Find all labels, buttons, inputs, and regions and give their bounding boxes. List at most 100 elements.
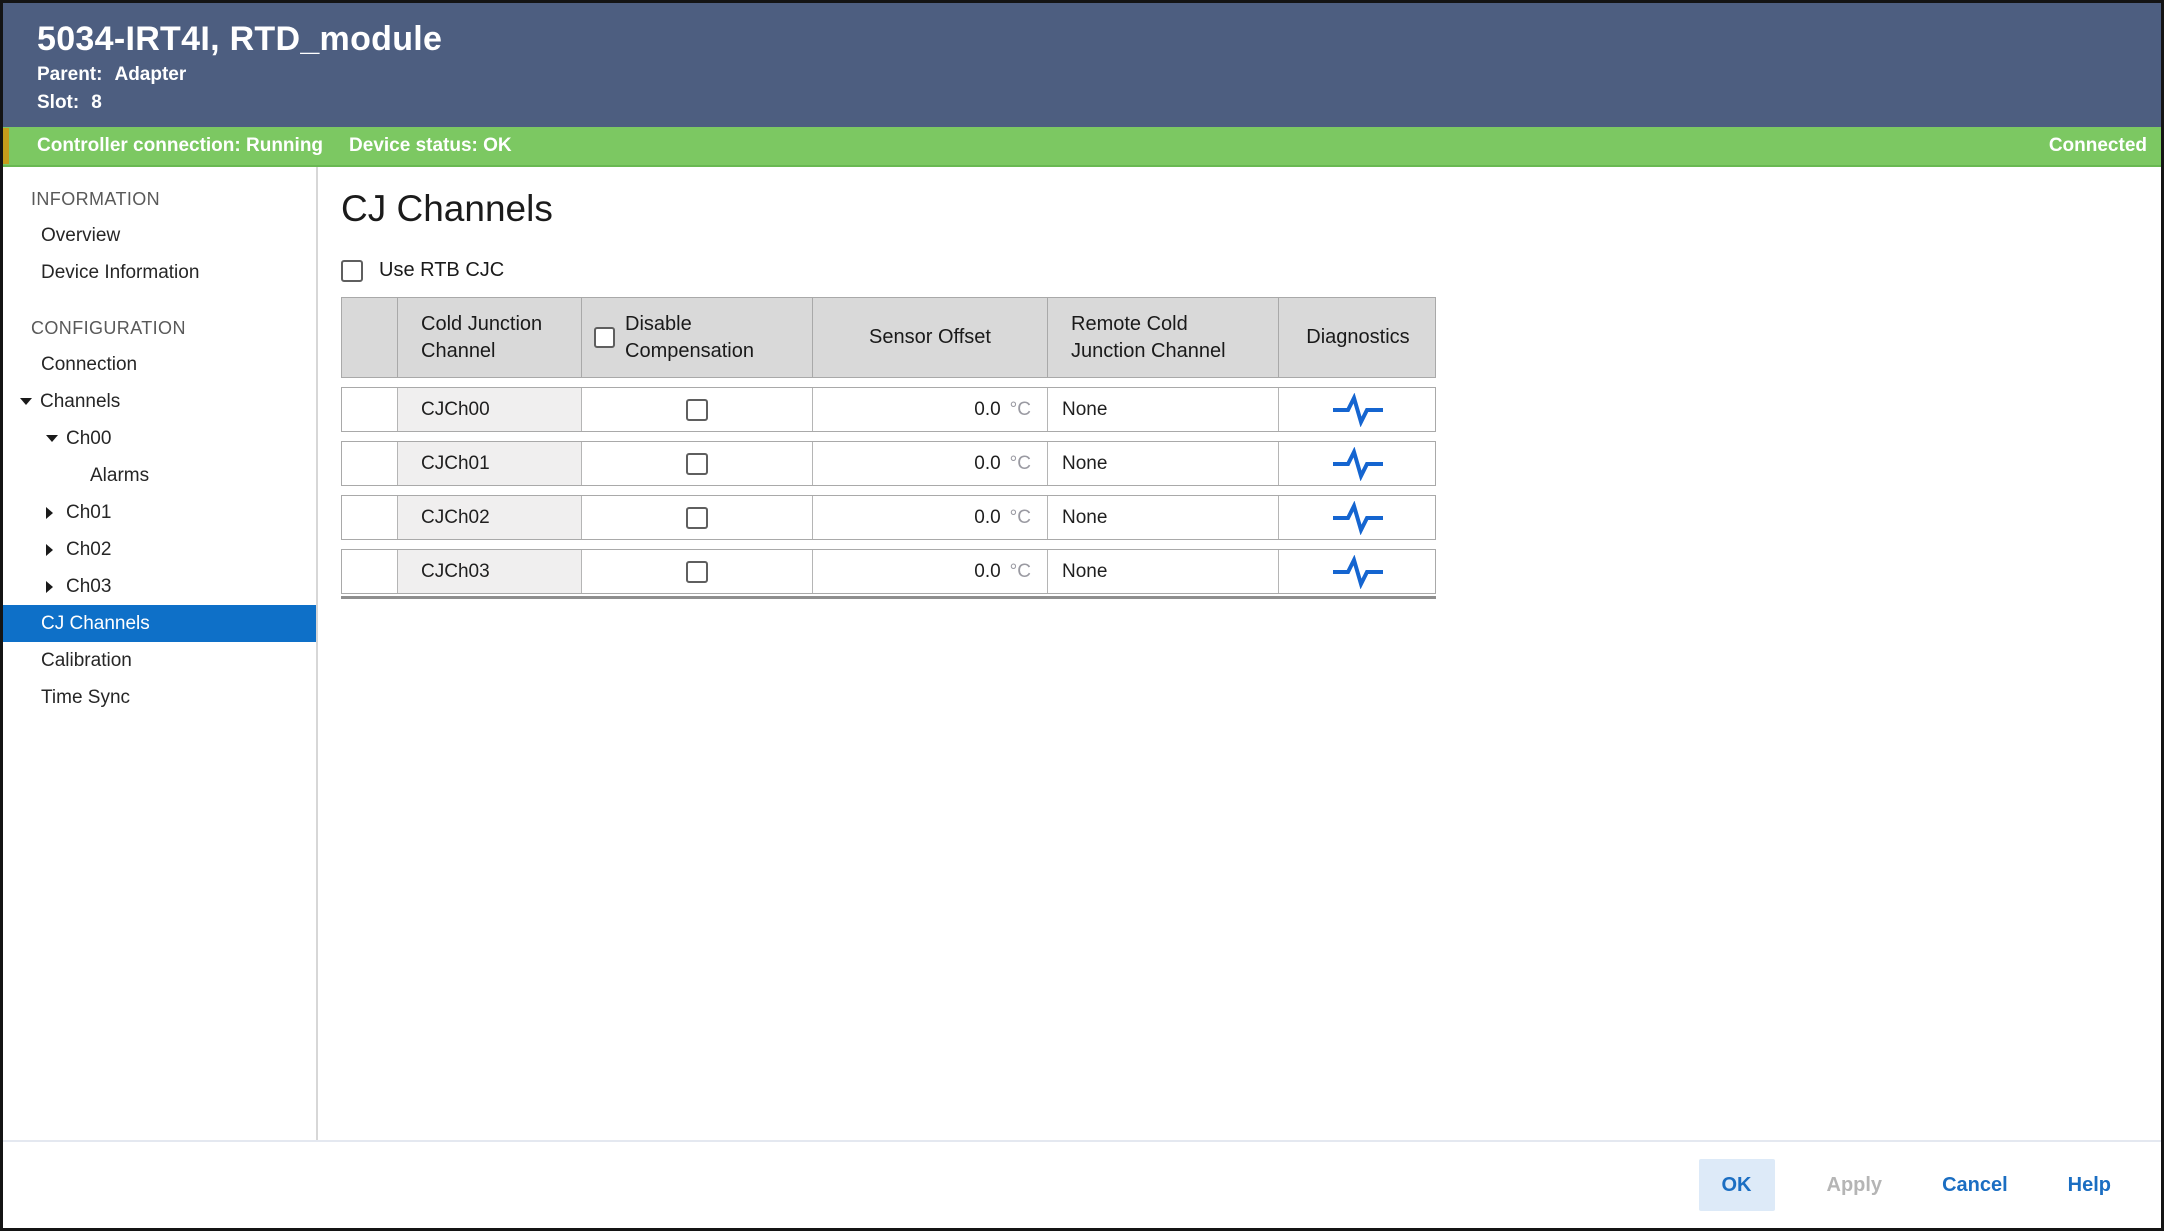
titlebar: 5034-IRT4I, RTD_module Parent: Adapter S… (3, 3, 2161, 127)
disable-compensation-checkbox[interactable] (686, 453, 708, 475)
disable-compensation-checkbox[interactable] (686, 561, 708, 583)
sidebar-item-connection[interactable]: Connection (3, 346, 316, 383)
diagnostics-cell[interactable] (1278, 388, 1437, 431)
sidebar-section-configuration: CONFIGURATION (3, 310, 316, 346)
sensor-offset-cell[interactable]: 0.0 °C (812, 496, 1047, 539)
sensor-offset-unit: °C (1010, 453, 1031, 475)
row-selector-cell[interactable] (342, 388, 397, 431)
parent-value: Adapter (114, 61, 186, 89)
main-content: CJ Channels Use RTB CJC Cold Junction Ch… (318, 167, 2161, 1140)
use-rtb-cjc-label: Use RTB CJC (379, 259, 504, 282)
device-status: Device status: OK (349, 135, 512, 157)
disable-compensation-cell (581, 496, 812, 539)
disable-compensation-checkbox[interactable] (686, 399, 708, 421)
table-row: CJCh00 0.0 °C None (341, 387, 1436, 432)
table-row: CJCh02 0.0 °C None (341, 495, 1436, 540)
chevron-right-icon[interactable] (46, 581, 66, 593)
sensor-offset-cell[interactable]: 0.0 °C (812, 388, 1047, 431)
remote-cj-channel-cell[interactable]: None (1047, 442, 1278, 485)
remote-cj-channel-value: None (1062, 507, 1107, 529)
table-header-row: Cold Junction Channel Disable Compensati… (341, 297, 1436, 378)
channel-name-cell: CJCh00 (397, 388, 581, 431)
slot-row: Slot: 8 (37, 89, 2161, 117)
cancel-button[interactable]: Cancel (1912, 1159, 2038, 1211)
col-header-diagnostics: Diagnostics (1278, 298, 1437, 377)
sidebar-section-information: INFORMATION (3, 181, 316, 217)
sensor-offset-cell[interactable]: 0.0 °C (812, 550, 1047, 593)
pulse-waveform-icon[interactable] (1331, 501, 1385, 535)
sensor-offset-value: 0.0 (974, 453, 1000, 475)
use-rtb-cjc-row: Use RTB CJC (341, 259, 2161, 282)
col-header-disable-compensation: Disable Compensation (581, 298, 812, 377)
sidebar-item-ch02[interactable]: Ch02 (3, 531, 316, 568)
sidebar-item-cj-channels[interactable]: CJ Channels (3, 605, 316, 642)
chevron-down-icon[interactable] (20, 398, 40, 405)
channel-name-cell: CJCh02 (397, 496, 581, 539)
body: INFORMATION Overview Device Information … (3, 167, 2161, 1140)
sidebar-item-calibration[interactable]: Calibration (3, 642, 316, 679)
row-selector-header-cell (342, 298, 397, 377)
connection-state-badge: Connected (2049, 135, 2161, 157)
apply-button[interactable]: Apply (1797, 1159, 1913, 1211)
cj-channels-table: Cold Junction Channel Disable Compensati… (341, 297, 1436, 599)
sensor-offset-cell[interactable]: 0.0 °C (812, 442, 1047, 485)
slot-label: Slot: (37, 89, 79, 117)
sidebar-item-ch03[interactable]: Ch03 (3, 568, 316, 605)
slot-value: 8 (91, 89, 102, 117)
col-header-remote-cold-junction-channel: Remote Cold Junction Channel (1047, 298, 1278, 377)
module-properties-window: 5034-IRT4I, RTD_module Parent: Adapter S… (0, 0, 2164, 1231)
diagnostics-cell[interactable] (1278, 550, 1437, 593)
remote-cj-channel-value: None (1062, 453, 1107, 475)
diagnostics-cell[interactable] (1278, 442, 1437, 485)
row-selector-cell[interactable] (342, 496, 397, 539)
remote-cj-channel-value: None (1062, 561, 1107, 583)
sensor-offset-value: 0.0 (974, 507, 1000, 529)
sidebar: INFORMATION Overview Device Information … (3, 167, 318, 1140)
remote-cj-channel-cell[interactable]: None (1047, 550, 1278, 593)
pulse-waveform-icon[interactable] (1331, 393, 1385, 427)
ok-button[interactable]: OK (1699, 1159, 1775, 1211)
chevron-right-icon[interactable] (46, 507, 66, 519)
sidebar-item-label: Ch01 (66, 502, 111, 524)
sidebar-item-time-sync[interactable]: Time Sync (3, 679, 316, 716)
diagnostics-cell[interactable] (1278, 496, 1437, 539)
pulse-waveform-icon[interactable] (1331, 555, 1385, 589)
status-bar: Controller connection: Running Device st… (3, 127, 2161, 167)
remote-cj-channel-cell[interactable]: None (1047, 388, 1278, 431)
disable-compensation-cell (581, 388, 812, 431)
sidebar-item-channels[interactable]: Channels (3, 383, 316, 420)
sidebar-item-alarms[interactable]: Alarms (3, 457, 316, 494)
use-rtb-cjc-checkbox[interactable] (341, 260, 363, 282)
sensor-offset-unit: °C (1010, 561, 1031, 583)
col-header-sensor-offset: Sensor Offset (812, 298, 1047, 377)
parent-label: Parent: (37, 61, 102, 89)
pulse-waveform-icon[interactable] (1331, 447, 1385, 481)
help-button[interactable]: Help (2038, 1159, 2141, 1211)
table-bottom-rule (341, 596, 1436, 599)
sidebar-item-overview[interactable]: Overview (3, 217, 316, 254)
sidebar-item-ch01[interactable]: Ch01 (3, 494, 316, 531)
module-title: 5034-IRT4I, RTD_module (37, 17, 2161, 61)
sensor-offset-unit: °C (1010, 507, 1031, 529)
sensor-offset-value: 0.0 (974, 399, 1000, 421)
table-row: CJCh01 0.0 °C None (341, 441, 1436, 486)
channel-name-cell: CJCh01 (397, 442, 581, 485)
row-selector-cell[interactable] (342, 442, 397, 485)
status-accent-strip (3, 128, 9, 164)
sidebar-item-device-information[interactable]: Device Information (3, 254, 316, 291)
channel-name-cell: CJCh03 (397, 550, 581, 593)
status-left-group: Controller connection: Running Device st… (37, 135, 512, 157)
sidebar-spacer (3, 291, 316, 310)
disable-all-checkbox[interactable] (594, 327, 615, 348)
disable-compensation-checkbox[interactable] (686, 507, 708, 529)
chevron-right-icon[interactable] (46, 544, 66, 556)
sensor-offset-value: 0.0 (974, 561, 1000, 583)
controller-connection-status: Controller connection: Running (37, 135, 323, 157)
remote-cj-channel-cell[interactable]: None (1047, 496, 1278, 539)
row-selector-cell[interactable] (342, 550, 397, 593)
sidebar-item-ch00[interactable]: Ch00 (3, 420, 316, 457)
chevron-down-icon[interactable] (46, 435, 66, 442)
col-header-cold-junction-channel: Cold Junction Channel (397, 298, 581, 377)
sensor-offset-unit: °C (1010, 399, 1031, 421)
parent-row: Parent: Adapter (37, 61, 2161, 89)
